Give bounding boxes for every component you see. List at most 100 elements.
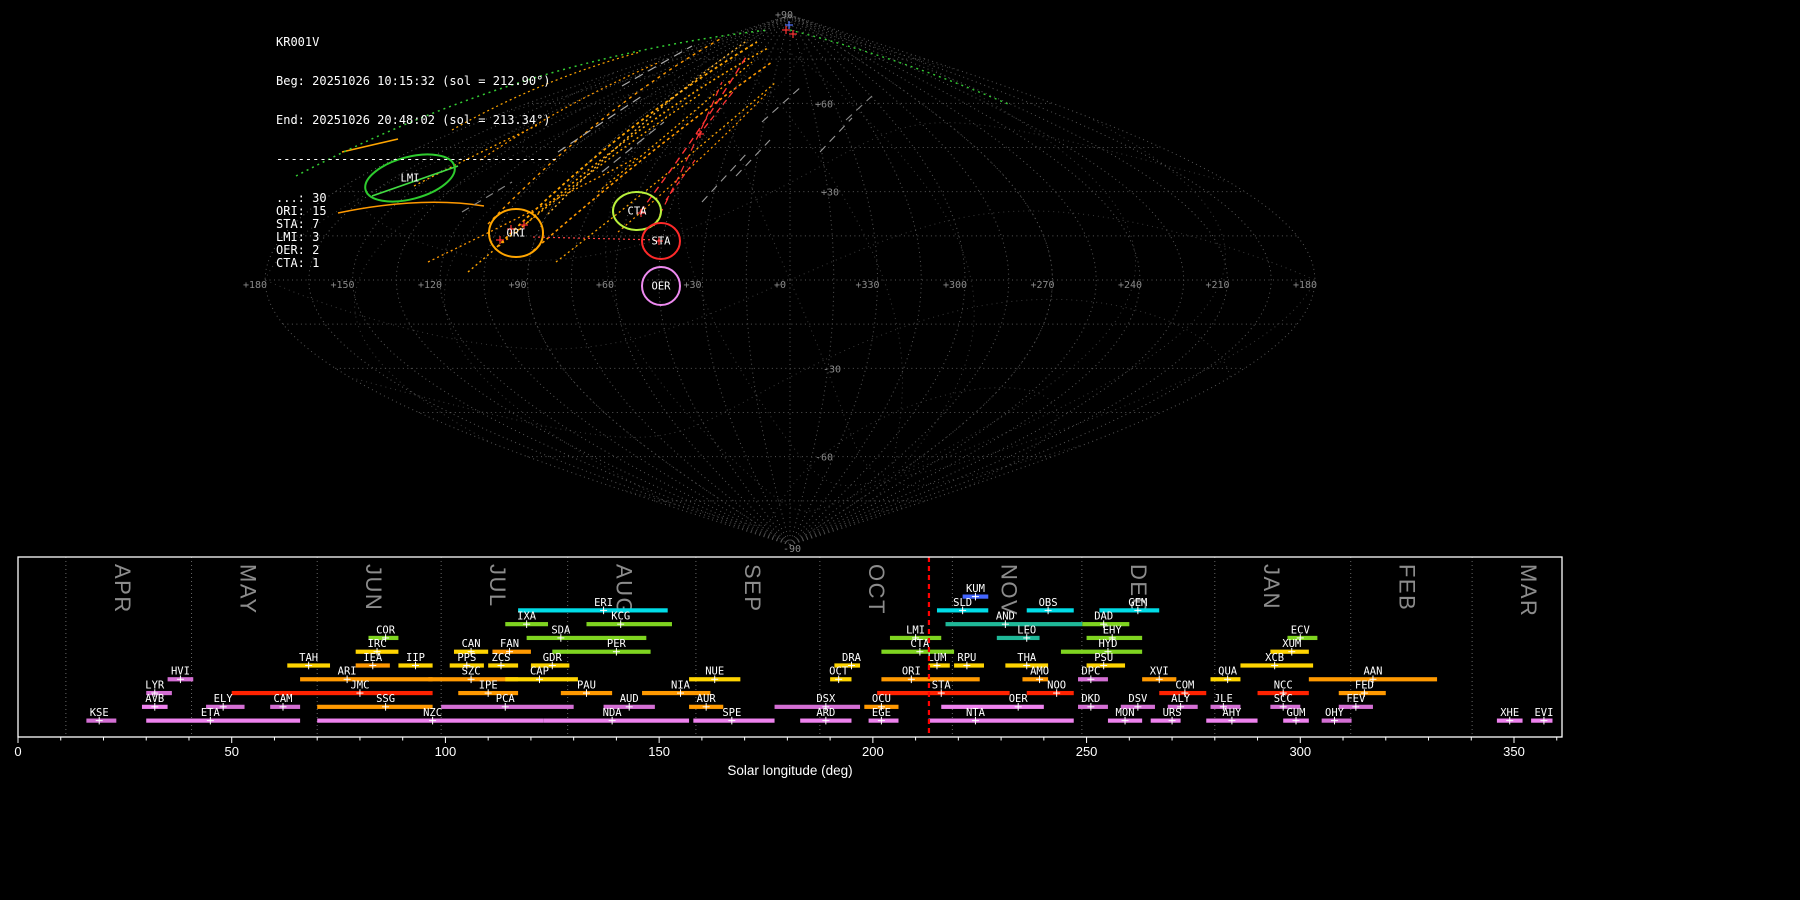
axis-tick-label: 200 [862, 744, 884, 759]
month-label-MAR: MAR [1516, 564, 1541, 617]
shower-label-LUM: LUM [927, 652, 946, 664]
shower-label-TAH: TAH [299, 652, 318, 664]
month-grid: APRMAYJUNJULAUGSEPOCTNOVDECJANFEBMAR [66, 557, 1541, 737]
shower-label-RPU: RPU [957, 652, 976, 664]
shower-label-AAN: AAN [1363, 666, 1382, 678]
shower-label-URS: URS [1163, 707, 1182, 719]
shower-label-IXA: IXA [517, 611, 537, 623]
month-label-APR: APR [110, 564, 135, 614]
shower-label-LYR: LYR [145, 679, 165, 691]
shower-label-EGE: EGE [872, 707, 891, 719]
shower-label-AUR: AUR [697, 693, 717, 705]
shower-label-DKD: DKD [1081, 693, 1100, 705]
longitude-label: +150 [330, 280, 354, 291]
shower-bar-ORI [881, 677, 979, 681]
shower-label-AUD: AUD [620, 693, 639, 705]
month-label-MAY: MAY [236, 564, 261, 615]
shower-bar-URS [1151, 719, 1181, 723]
longitude-label: +240 [1118, 280, 1142, 291]
station-id: KR001V [276, 36, 558, 49]
month-label-NOV: NOV [996, 564, 1021, 616]
shower-bar-NDA [544, 719, 689, 723]
shower-label-ELY: ELY [214, 693, 234, 705]
shower-label-FED: FED [1355, 679, 1374, 691]
longitude-label: +330 [855, 280, 879, 291]
shower-label-AND: AND [996, 611, 1015, 623]
month-label-JUL: JUL [485, 564, 510, 608]
meteor-trail [762, 86, 802, 122]
month-label-FEB: FEB [1395, 564, 1420, 611]
shower-bar-ERI [518, 608, 668, 612]
month-label-JAN: JAN [1259, 564, 1284, 610]
meteor-trail [790, 30, 1008, 104]
meteor-trail [736, 140, 770, 176]
meteor-trail [598, 62, 752, 192]
shower-count-line: CTA: 1 [276, 257, 558, 270]
shower-bar-SDA [527, 636, 647, 640]
meteor-trail [622, 46, 692, 86]
shower-bar-OER [941, 705, 1044, 709]
shower-label-XUM: XUM [1282, 638, 1301, 650]
shower-counts: ...: 30ORI: 15STA: 7LMI: 3OER: 2CTA: 1 [276, 192, 558, 205]
axis-tick-label: 150 [648, 744, 670, 759]
shower-label-HVI: HVI [171, 666, 190, 678]
shower-label-FAN: FAN [500, 638, 519, 650]
shower-bar-SSG [317, 705, 432, 709]
equatorial-gridline [676, 49, 1135, 471]
longitude-label: +270 [1030, 280, 1054, 291]
shower-label-SPE: SPE [722, 707, 741, 719]
shower-label-GUM: GUM [1287, 707, 1306, 719]
radiant-label-STA: STA [652, 236, 672, 248]
shower-label-SSG: SSG [376, 693, 395, 705]
shower-label-IIP: IIP [406, 652, 425, 664]
shower-label-KSE: KSE [90, 707, 109, 719]
latitude-label: +60 [815, 99, 833, 110]
shower-label-CAP: CAP [530, 666, 549, 678]
longitude-label: +180 [1293, 280, 1317, 291]
shower-label-GEM: GEM [1128, 597, 1147, 609]
meteor-trail [846, 96, 872, 120]
shower-label-NZC: NZC [423, 707, 442, 719]
shower-bar-KCG [586, 622, 671, 626]
longitude-label: +180 [243, 280, 267, 291]
shower-label-XVI: XVI [1150, 666, 1169, 678]
shower-label-NIA: NIA [671, 679, 691, 691]
shower-label-NUE: NUE [705, 666, 724, 678]
radiant-label-CTA: CTA [628, 206, 648, 218]
shower-bar-AMO [1022, 677, 1048, 681]
month-label-JUN: JUN [361, 564, 386, 611]
meteor-trail [820, 118, 852, 152]
shower-label-LMI: LMI [906, 624, 925, 636]
axis-tick-label: 50 [224, 744, 238, 759]
shower-label-DPC: DPC [1081, 666, 1100, 678]
radiant-label-OER: OER [652, 281, 672, 293]
shower-label-ALY: ALY [1171, 693, 1191, 705]
meteor-trail [533, 62, 772, 251]
shower-label-IRC: IRC [368, 638, 387, 650]
shower-label-PCA: PCA [496, 693, 516, 705]
shower-label-OCT: OCT [829, 666, 849, 678]
latitude-label: +90 [775, 10, 793, 21]
shower-label-SLD: SLD [953, 597, 972, 609]
equatorial-gridline [696, 49, 975, 471]
shower-label-AVB: AVB [145, 693, 164, 705]
month-label-SEP: SEP [740, 564, 765, 613]
shower-label-NOO: NOO [1047, 679, 1066, 691]
shower-label-ETA: ETA [201, 707, 221, 719]
obs-begin: Beg: 20251026 10:15:32 (sol = 212.90°) [276, 75, 558, 88]
radiant-sky-map: +180+150+120+90+60+30+0+330+300+270+240+… [0, 0, 1800, 556]
shower-bar-ETA [146, 719, 300, 723]
shower-label-SCC: SCC [1274, 693, 1293, 705]
shower-label-IPE: IPE [479, 679, 498, 691]
shower-label-CAM: CAM [274, 693, 293, 705]
shower-label-COM: COM [1175, 679, 1194, 691]
latitude-label: -90 [783, 544, 801, 555]
shower-label-PAU: PAU [577, 679, 596, 691]
longitude-label: +60 [596, 280, 614, 291]
longitude-label: +210 [1205, 280, 1229, 291]
shower-label-MON: MON [1116, 707, 1135, 719]
longitude-label: +0 [774, 280, 786, 291]
shower-label-DAD: DAD [1094, 611, 1113, 623]
shower-label-PSU: PSU [1094, 652, 1113, 664]
axis-tick-label: 350 [1503, 744, 1525, 759]
